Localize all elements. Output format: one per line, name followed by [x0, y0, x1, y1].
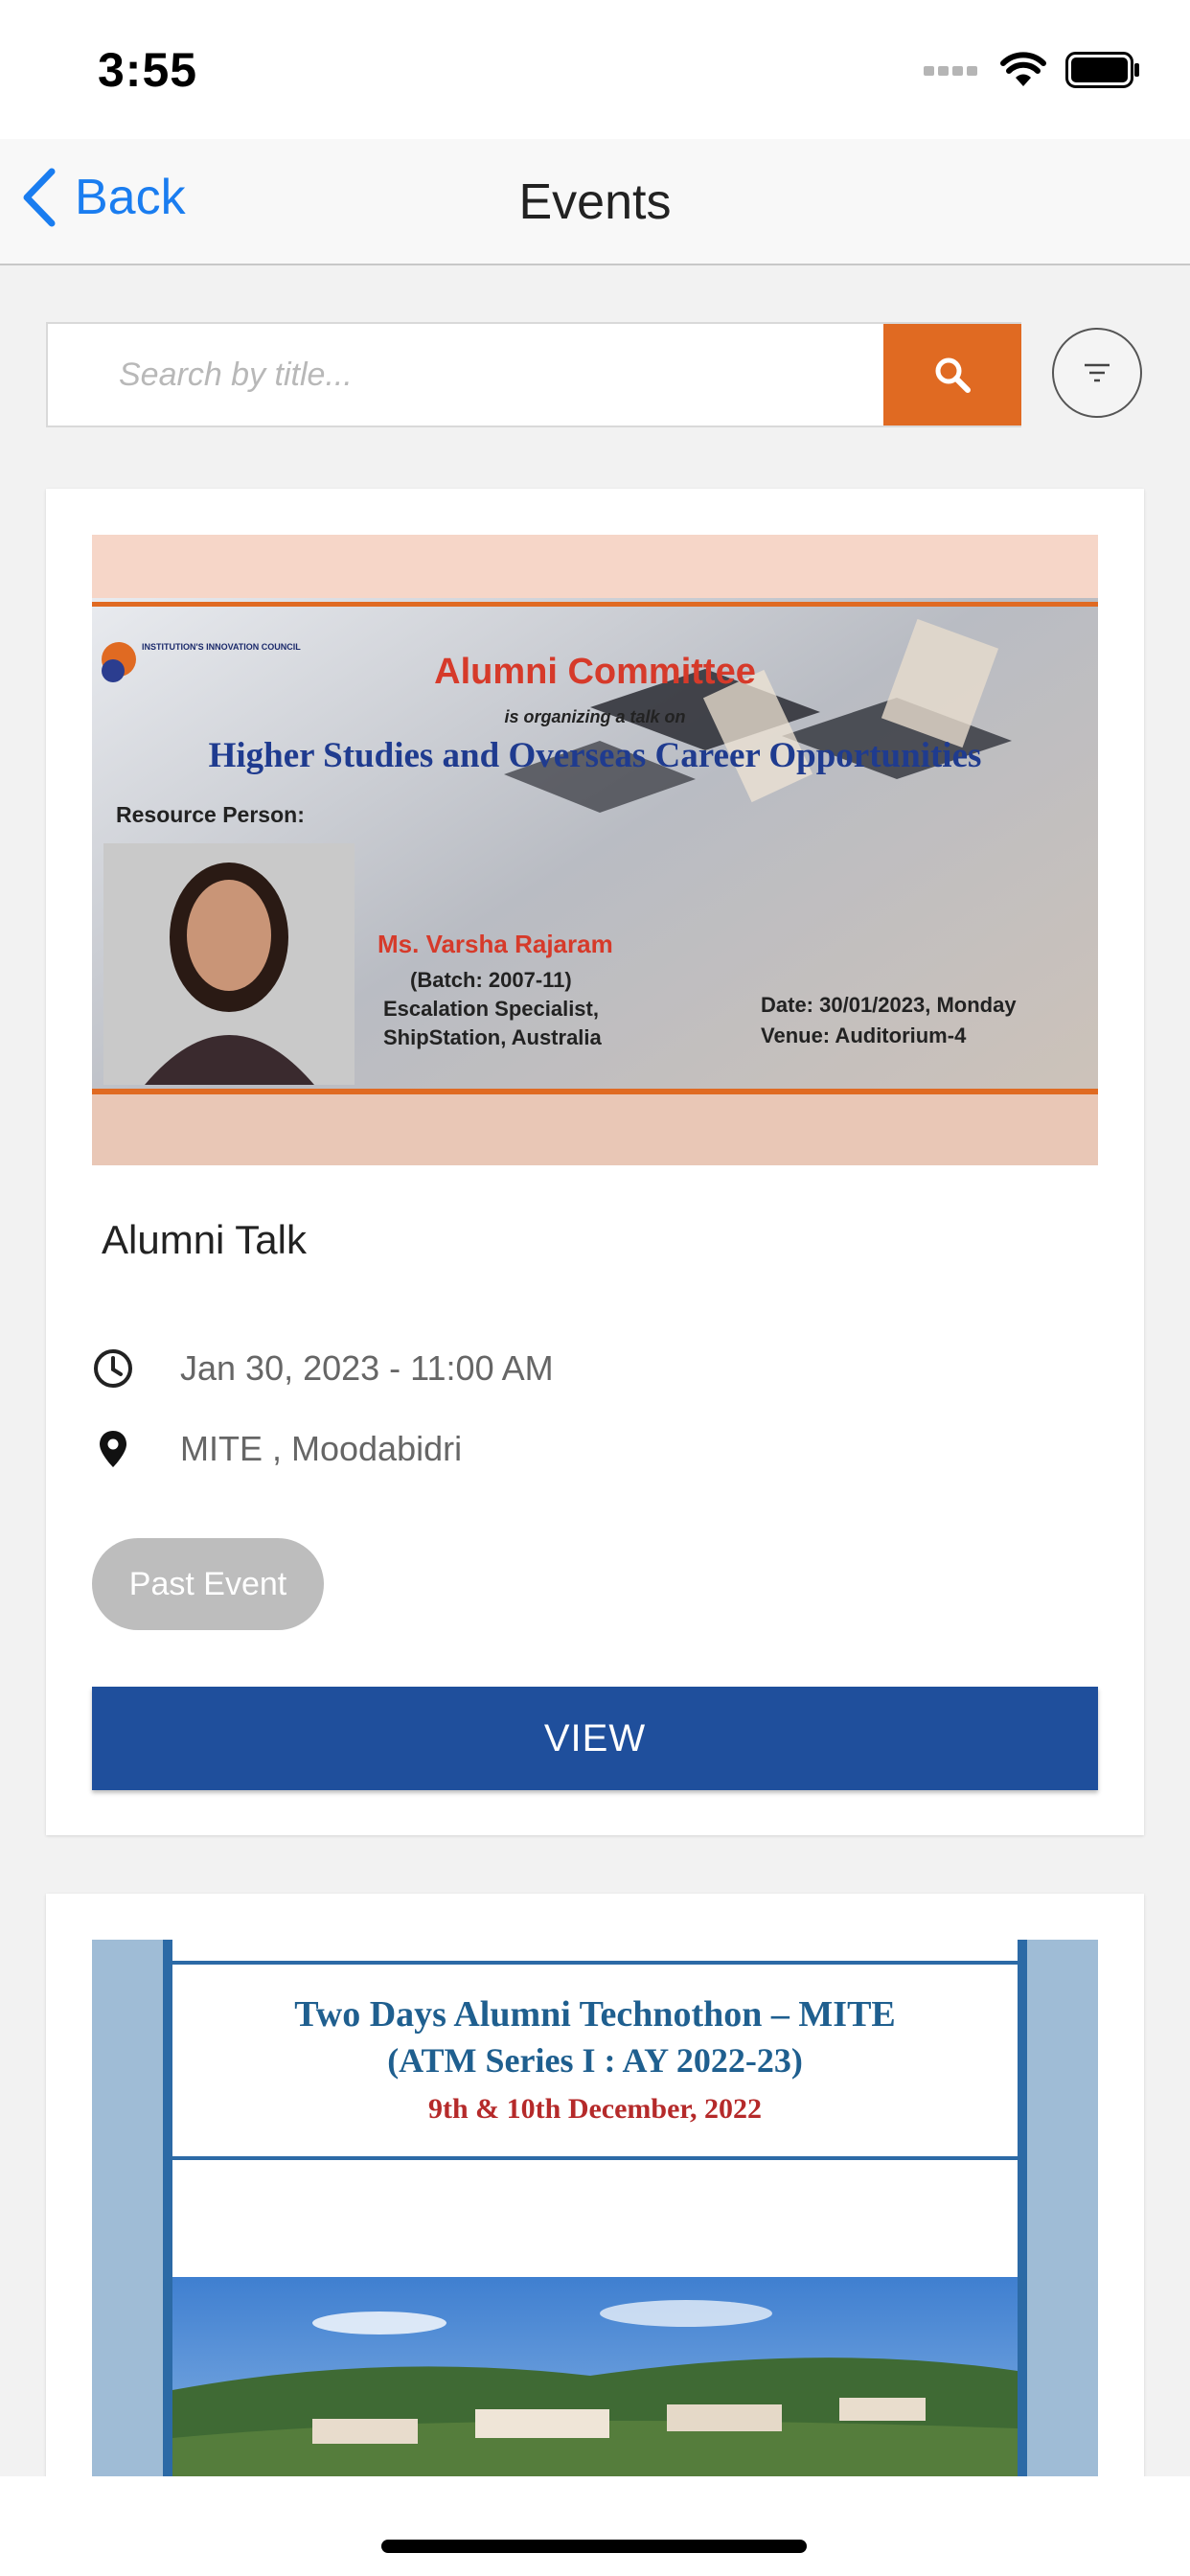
chevron-left-icon — [23, 168, 56, 227]
home-indicator[interactable] — [381, 2540, 807, 2553]
event-title: Alumni Talk — [102, 1217, 307, 1262]
event-datetime-row: Jan 30, 2023 - 11:00 AM — [92, 1347, 554, 1390]
battery-icon — [1065, 52, 1139, 88]
clock-icon — [94, 1349, 132, 1388]
poster-logo-text: INSTITUTION'S INNOVATION COUNCIL — [142, 642, 301, 652]
poster-resource-label: Resource Person: — [116, 802, 305, 827]
cellular-signal-icon — [924, 66, 977, 76]
poster-speaker-batch: (Batch: 2007-11) — [410, 968, 572, 992]
status-bar: 3:55 — [0, 0, 1190, 139]
status-time: 3:55 — [98, 43, 198, 97]
poster-speaker-role: Escalation Specialist, — [383, 997, 599, 1021]
poster-topic: Higher Studies and Overseas Career Oppor… — [209, 736, 982, 775]
filter-button[interactable] — [1052, 328, 1142, 418]
search-row — [46, 322, 1144, 431]
back-button[interactable]: Back — [19, 168, 186, 227]
poster-line-3: 9th & 10th December, 2022 — [428, 2093, 762, 2125]
event-location-row: MITE , Moodabidri — [92, 1428, 462, 1470]
poster-date: Date: 30/01/2023, Monday — [761, 993, 1017, 1017]
poster-heading: Alumni Committee — [434, 652, 756, 692]
event-location: MITE , Moodabidri — [180, 1429, 463, 1468]
location-pin-icon — [100, 1431, 126, 1467]
poster-venue: Venue: Auditorium-4 — [761, 1024, 967, 1047]
filter-icon — [1085, 363, 1110, 382]
poster-subheading: is organizing a talk on — [504, 707, 685, 726]
home-indicator-area — [0, 2476, 1190, 2576]
event-card: Two Days Alumni Technothon – MITE (ATM S… — [46, 1894, 1144, 2572]
view-button[interactable]: VIEW — [92, 1687, 1098, 1790]
wifi-icon — [1000, 52, 1046, 86]
past-event-badge: Past Event — [92, 1538, 324, 1630]
status-icons — [924, 52, 1142, 88]
back-label: Back — [75, 170, 186, 225]
poster-artwork: INSTITUTION'S INNOVATION COUNCIL Alumni … — [92, 535, 1098, 1165]
event-card: INSTITUTION'S INNOVATION COUNCIL Alumni … — [46, 489, 1144, 1835]
navigation-bar: Events Back — [0, 139, 1190, 265]
poster-line-2: (ATM Series I : AY 2022-23) — [387, 2041, 803, 2080]
search-input[interactable] — [48, 324, 881, 426]
poster-speaker-name: Ms. Varsha Rajaram — [378, 930, 613, 958]
poster-speaker-company: ShipStation, Australia — [383, 1025, 603, 1049]
search-box — [46, 322, 1021, 427]
search-button[interactable] — [883, 324, 1021, 426]
poster-line-1: Two Days Alumni Technothon – MITE — [294, 1994, 896, 2035]
search-icon — [935, 357, 971, 393]
event-poster-image: INSTITUTION'S INNOVATION COUNCIL Alumni … — [92, 535, 1098, 1165]
event-datetime: Jan 30, 2023 - 11:00 AM — [180, 1348, 554, 1388]
